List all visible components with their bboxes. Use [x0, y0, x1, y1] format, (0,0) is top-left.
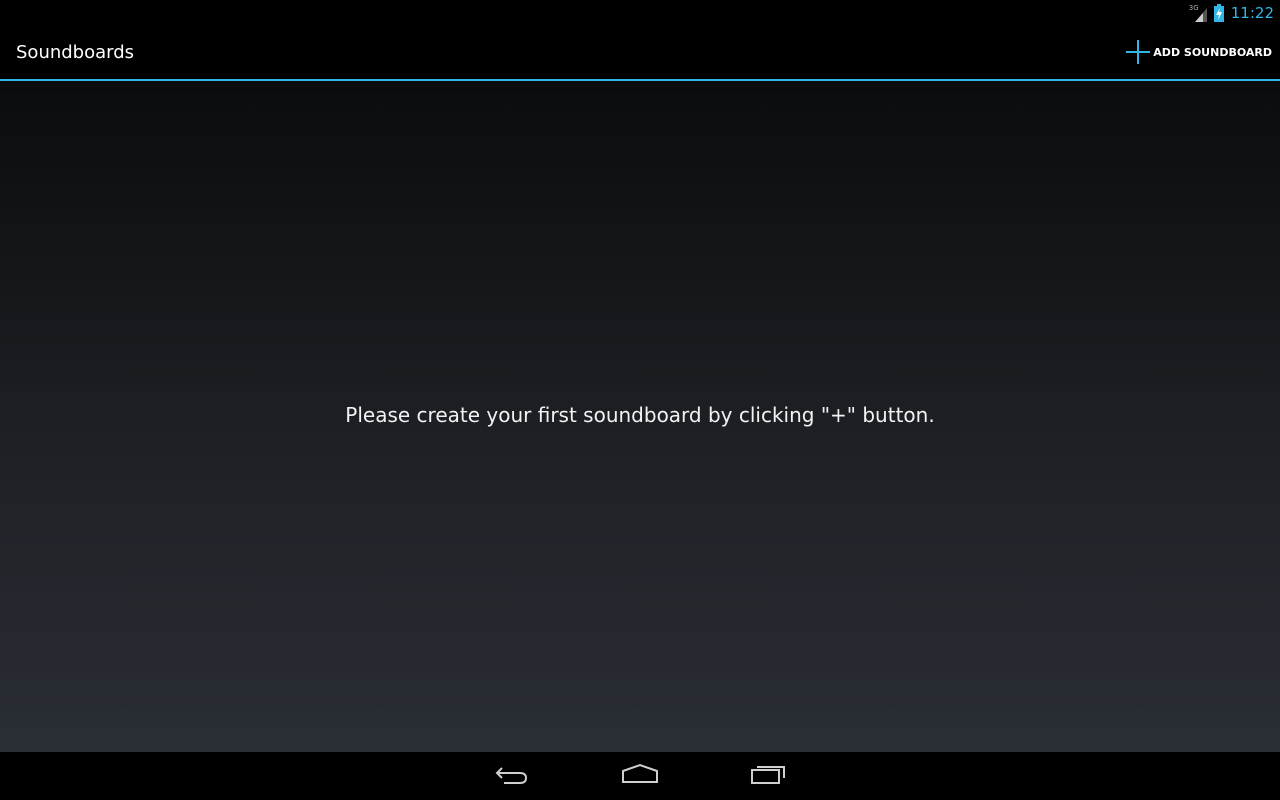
- main-content: Please create your first soundboard by c…: [0, 81, 1280, 752]
- signal-icon: 3G: [1189, 3, 1209, 23]
- network-type-label: 3G: [1188, 3, 1199, 12]
- plus-icon: [1125, 39, 1151, 65]
- add-soundboard-button[interactable]: ADD SOUNDBOARD: [1119, 25, 1280, 79]
- back-icon: [494, 762, 530, 790]
- back-button[interactable]: [472, 752, 552, 800]
- empty-state-message: Please create your first soundboard by c…: [345, 403, 935, 427]
- clock: 11:22: [1230, 3, 1274, 22]
- battery-charging-icon: [1213, 3, 1225, 22]
- status-indicators: 3G 11:22: [1189, 0, 1274, 25]
- action-bar: Soundboards ADD SOUNDBOARD: [0, 25, 1280, 79]
- add-soundboard-label: ADD SOUNDBOARD: [1153, 45, 1272, 59]
- navigation-bar: [0, 752, 1280, 800]
- recents-icon: [748, 762, 788, 790]
- home-icon: [620, 762, 660, 790]
- status-bar: 3G 11:22: [0, 0, 1280, 25]
- recents-button[interactable]: [728, 752, 808, 800]
- screen: 3G 11:22 Soundboards ADD SOUNDBOARD Plea…: [0, 0, 1280, 800]
- app-title: Soundboards: [16, 42, 135, 63]
- home-button[interactable]: [600, 752, 680, 800]
